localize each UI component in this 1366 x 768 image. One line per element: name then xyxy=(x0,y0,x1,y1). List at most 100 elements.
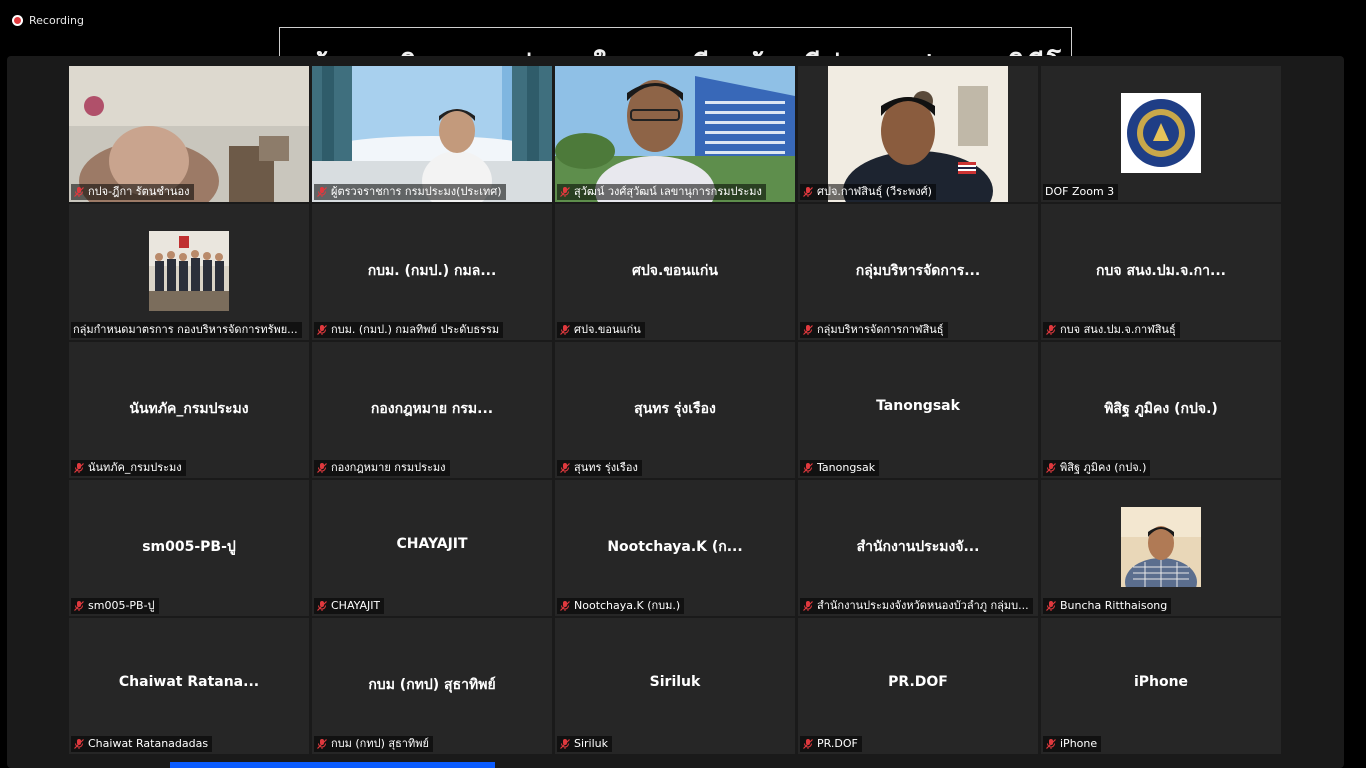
participant-display-name: กบม. (กมป.) กมล... xyxy=(367,263,497,279)
muted-mic-icon xyxy=(803,325,813,335)
participant-name-label: กปจ-ฎีกา รัตนชำนอง xyxy=(71,184,194,200)
muted-mic-icon xyxy=(317,739,327,749)
participant-name-label: สำนักงานประมงจังหวัดหนองบัวลำภู กลุ่มบ..… xyxy=(800,598,1033,614)
participant-tile[interactable]: สุนทร รุ่งเรือง สุนทร รุ่งเรือง xyxy=(555,342,795,478)
participant-video xyxy=(312,66,552,202)
participant-display-name: กองกฎหมาย กรม... xyxy=(370,401,494,417)
participant-tile[interactable]: พิสิฐ ภูมิคง (กปจ.) พิสิฐ ภูมิคง (กปจ.) xyxy=(1041,342,1281,478)
participant-tile[interactable]: สุวัฒน์ วงศ์สุวัฒน์ เลขานุการกรมประมง xyxy=(555,66,795,202)
taskbar-indicator xyxy=(170,762,495,768)
participant-name-label: Siriluk xyxy=(557,736,613,752)
muted-mic-icon xyxy=(803,601,813,611)
participant-tile[interactable]: สำนักงานประมงจั... สำนักงานประมงจังหวัดห… xyxy=(798,480,1038,616)
participant-photo xyxy=(1121,507,1201,587)
participant-name-label: sm005-PB-ปู xyxy=(71,598,159,614)
participant-name-label: สุนทร รุ่งเรือง xyxy=(557,460,642,476)
muted-mic-icon xyxy=(317,601,327,611)
muted-mic-icon xyxy=(1046,325,1056,335)
muted-mic-icon xyxy=(317,187,327,197)
muted-mic-icon xyxy=(560,601,570,611)
participant-tile[interactable]: iPhone iPhone xyxy=(1041,618,1281,754)
participant-tile[interactable]: Siriluk Siriluk xyxy=(555,618,795,754)
muted-mic-icon xyxy=(560,187,570,197)
participant-tile[interactable]: กบม. (กมป.) กมล... กบม. (กมป.) กมลทิพย์ … xyxy=(312,204,552,340)
participant-tile[interactable]: กองกฎหมาย กรม... กองกฎหมาย กรมประมง xyxy=(312,342,552,478)
participant-name-label: นันทภัค_กรมประมง xyxy=(71,460,186,476)
department-logo xyxy=(1121,93,1201,173)
participant-display-name: iPhone xyxy=(1133,674,1189,690)
participant-tile[interactable]: CHAYAJIT CHAYAJIT xyxy=(312,480,552,616)
participant-name-label: ผู้ตรวจราชการ กรมประมง(ประเทศ) xyxy=(314,184,506,200)
participant-display-name: นันทภัค_กรมประมง xyxy=(129,401,249,417)
participant-display-name: กลุ่มบริหารจัดการ... xyxy=(855,263,981,279)
participant-name-label: พิสิฐ ภูมิคง (กปจ.) xyxy=(1043,460,1151,476)
participant-name-label: กลุ่มกำหนดมาตรการ กองบริหารจัดการทรัพย..… xyxy=(71,322,302,338)
participant-tile[interactable]: ศปจ.ขอนแก่น ศปจ.ขอนแก่น xyxy=(555,204,795,340)
muted-mic-icon xyxy=(74,739,84,749)
participant-name-label: DOF Zoom 3 xyxy=(1043,184,1119,200)
participant-tile[interactable]: Chaiwat Ratana... Chaiwat Ratanadadas xyxy=(69,618,309,754)
participant-name-label: กบจ สนง.ปม.จ.กาฬสินธุ์ xyxy=(1043,322,1180,338)
participant-display-name: Nootchaya.K (ก... xyxy=(607,539,743,555)
record-icon xyxy=(12,14,23,26)
participant-name-label: Buncha Ritthaisong xyxy=(1043,598,1172,614)
participant-tile[interactable]: Nootchaya.K (ก... Nootchaya.K (กบม.) xyxy=(555,480,795,616)
participant-video xyxy=(798,66,1038,202)
participant-name-label: กบม (กทป) สุธาทิพย์ xyxy=(314,736,433,752)
participant-name-label: Chaiwat Ratanadadas xyxy=(71,736,213,752)
participant-video xyxy=(555,66,795,202)
participant-display-name: CHAYAJIT xyxy=(396,536,468,552)
participant-name-label: iPhone xyxy=(1043,736,1102,752)
participant-name-label: ศปจ.กาฬสินธุ์ (วีระพงศ์) xyxy=(800,184,936,200)
muted-mic-icon xyxy=(317,463,327,473)
participant-name-label: กองกฎหมาย กรมประมง xyxy=(314,460,450,476)
participant-display-name: Chaiwat Ratana... xyxy=(118,674,260,690)
participant-name-label: กลุ่มบริหารจัดการกาฬสินธุ์ xyxy=(800,322,948,338)
muted-mic-icon xyxy=(74,463,84,473)
muted-mic-icon xyxy=(317,325,327,335)
muted-mic-icon xyxy=(803,187,813,197)
muted-mic-icon xyxy=(803,739,813,749)
participant-video xyxy=(69,66,309,202)
participant-tile[interactable]: Tanongsak Tanongsak xyxy=(798,342,1038,478)
participant-tile[interactable]: sm005-PB-ปู sm005-PB-ปู xyxy=(69,480,309,616)
muted-mic-icon xyxy=(1046,739,1056,749)
participant-tile[interactable]: กบม (กทป) สุธาทิพย์ กบม (กทป) สุธาทิพย์ xyxy=(312,618,552,754)
recording-indicator[interactable]: Recording xyxy=(12,12,84,28)
participant-name-label: PR.DOF xyxy=(800,736,862,752)
participant-display-name: sm005-PB-ปู xyxy=(142,539,236,555)
participant-display-name: Tanongsak xyxy=(876,398,960,414)
participant-name-label: กบม. (กมป.) กมลทิพย์ ประดับธรรม xyxy=(314,322,504,338)
participant-tile[interactable]: PR.DOF PR.DOF xyxy=(798,618,1038,754)
participant-name-label: CHAYAJIT xyxy=(314,598,385,614)
participant-display-name: สุนทร รุ่งเรือง xyxy=(634,401,716,417)
participant-display-name: พิสิฐ ภูมิคง (กปจ.) xyxy=(1104,401,1218,417)
participant-tile[interactable]: กปจ-ฎีกา รัตนชำนอง xyxy=(69,66,309,202)
participant-tile[interactable]: ผู้ตรวจราชการ กรมประมง(ประเทศ) xyxy=(312,66,552,202)
participant-display-name: Siriluk xyxy=(649,674,701,690)
participant-tile[interactable]: Buncha Ritthaisong xyxy=(1041,480,1281,616)
participant-display-name: สำนักงานประมงจั... xyxy=(856,539,980,555)
participant-tile[interactable]: DOF Zoom 3 xyxy=(1041,66,1281,202)
participant-tile[interactable]: กลุ่มกำหนดมาตรการ กองบริหารจัดการทรัพย..… xyxy=(69,204,309,340)
participant-name-label: ศปจ.ขอนแก่น xyxy=(557,322,645,338)
participant-name-label: Nootchaya.K (กบม.) xyxy=(557,598,685,614)
participant-name-label: Tanongsak xyxy=(800,460,880,476)
muted-mic-icon xyxy=(803,463,813,473)
participant-tile[interactable]: ศปจ.กาฬสินธุ์ (วีระพงศ์) xyxy=(798,66,1038,202)
participant-photo xyxy=(149,231,229,311)
participant-tile[interactable]: กลุ่มบริหารจัดการ... กลุ่มบริหารจัดการกา… xyxy=(798,204,1038,340)
recording-label: Recording xyxy=(29,13,85,27)
participant-display-name: ศปจ.ขอนแก่น xyxy=(632,263,718,279)
muted-mic-icon xyxy=(560,463,570,473)
participant-display-name: กบม (กทป) สุธาทิพย์ xyxy=(368,677,496,693)
participant-tile[interactable]: กบจ สนง.ปม.จ.กา... กบจ สนง.ปม.จ.กาฬสินธุ… xyxy=(1041,204,1281,340)
muted-mic-icon xyxy=(560,325,570,335)
participant-display-name: PR.DOF xyxy=(888,674,948,690)
muted-mic-icon xyxy=(74,187,84,197)
gallery-view: กปจ-ฎีกา รัตนชำนอง ผู้ตรวจราชการ กรมประม… xyxy=(7,56,1344,768)
muted-mic-icon xyxy=(560,739,570,749)
participant-tile[interactable]: นันทภัค_กรมประมง นันทภัค_กรมประมง xyxy=(69,342,309,478)
participant-display-name: กบจ สนง.ปม.จ.กา... xyxy=(1096,263,1226,279)
muted-mic-icon xyxy=(1046,601,1056,611)
